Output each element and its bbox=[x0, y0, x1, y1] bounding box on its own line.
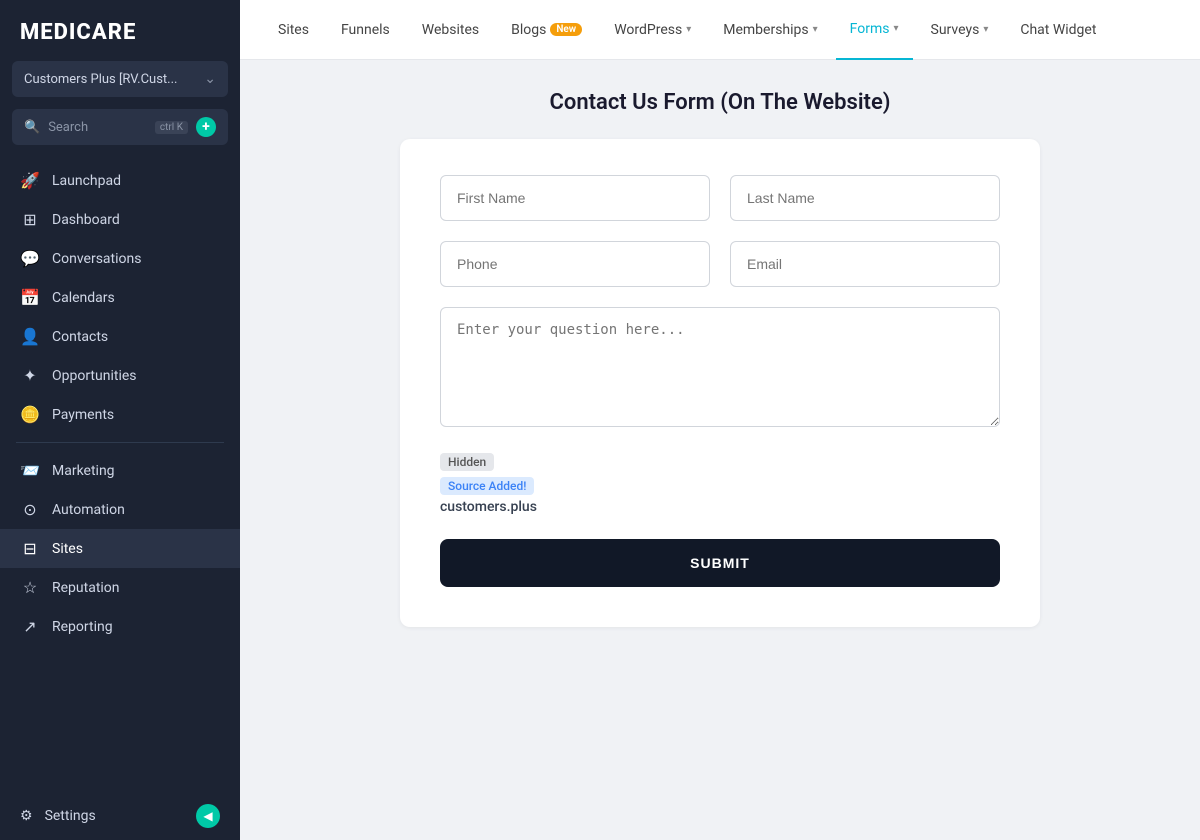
sidebar-item-conversations[interactable]: 💬 Conversations bbox=[0, 239, 240, 278]
search-shortcut: ctrl K bbox=[155, 121, 188, 134]
contact-row bbox=[440, 241, 1000, 287]
sites-icon: ⊟ bbox=[20, 539, 40, 558]
topnav-sites[interactable]: Sites bbox=[264, 0, 323, 60]
search-icon: 🔍 bbox=[24, 120, 40, 135]
topnav-chat-widget[interactable]: Chat Widget bbox=[1006, 0, 1110, 60]
sidebar-item-label: Conversations bbox=[52, 251, 141, 267]
topnav-surveys[interactable]: Surveys ▾ bbox=[917, 0, 1003, 60]
main-nav: 🚀 Launchpad ⊞ Dashboard 💬 Conversations … bbox=[0, 161, 240, 792]
forms-chevron-icon: ▾ bbox=[894, 23, 899, 34]
sidebar-bottom: ⚙ Settings ◀ bbox=[0, 792, 240, 840]
reporting-icon: ↗ bbox=[20, 617, 40, 636]
dashboard-icon: ⊞ bbox=[20, 210, 40, 229]
page-title: Contact Us Form (On The Website) bbox=[549, 90, 890, 115]
sidebar-item-dashboard[interactable]: ⊞ Dashboard bbox=[0, 200, 240, 239]
phone-field bbox=[440, 241, 710, 287]
memberships-chevron-icon: ▾ bbox=[813, 24, 818, 35]
sidebar: MEDICARE Customers Plus [RV.Cust... ⌄ 🔍 … bbox=[0, 0, 240, 840]
topnav-websites-label: Websites bbox=[422, 22, 479, 38]
sidebar-item-label: Dashboard bbox=[52, 212, 120, 228]
sidebar-item-reputation[interactable]: ☆ Reputation bbox=[0, 568, 240, 607]
email-input[interactable] bbox=[730, 241, 1000, 287]
question-field bbox=[440, 307, 1000, 431]
settings-icon: ⚙ bbox=[20, 808, 33, 824]
settings-label: Settings bbox=[45, 808, 96, 824]
search-bar[interactable]: 🔍 Search ctrl K + bbox=[12, 109, 228, 145]
hidden-value: customers.plus bbox=[440, 499, 1000, 515]
sidebar-item-automation[interactable]: ⊙ Automation bbox=[0, 490, 240, 529]
account-name: Customers Plus [RV.Cust... bbox=[24, 72, 177, 87]
bottom-action-icon[interactable]: ◀ bbox=[196, 804, 220, 828]
last-name-field bbox=[730, 175, 1000, 221]
automation-icon: ⊙ bbox=[20, 500, 40, 519]
sidebar-item-label: Payments bbox=[52, 407, 114, 423]
sidebar-item-contacts[interactable]: 👤 Contacts bbox=[0, 317, 240, 356]
first-name-field bbox=[440, 175, 710, 221]
contacts-icon: 👤 bbox=[20, 327, 40, 346]
search-label: Search bbox=[48, 120, 147, 135]
add-button[interactable]: + bbox=[196, 117, 216, 137]
hidden-area: Hidden Source Added! customers.plus bbox=[440, 451, 1000, 515]
reputation-icon: ☆ bbox=[20, 578, 40, 597]
question-row bbox=[440, 307, 1000, 431]
wordpress-chevron-icon: ▾ bbox=[686, 24, 691, 35]
sidebar-item-label: Launchpad bbox=[52, 173, 121, 189]
marketing-icon: 📨 bbox=[20, 461, 40, 480]
payments-icon: 🪙 bbox=[20, 405, 40, 424]
calendars-icon: 📅 bbox=[20, 288, 40, 307]
last-name-input[interactable] bbox=[730, 175, 1000, 221]
chevron-down-icon: ⌄ bbox=[204, 71, 216, 87]
top-nav: Sites Funnels Websites Blogs New WordPre… bbox=[240, 0, 1200, 60]
launchpad-icon: 🚀 bbox=[20, 171, 40, 190]
main-content: Sites Funnels Websites Blogs New WordPre… bbox=[240, 0, 1200, 840]
blogs-new-badge: New bbox=[550, 23, 582, 36]
sidebar-item-settings[interactable]: ⚙ Settings bbox=[20, 808, 96, 824]
topnav-blogs[interactable]: Blogs New bbox=[497, 0, 596, 60]
sidebar-item-launchpad[interactable]: 🚀 Launchpad bbox=[0, 161, 240, 200]
sidebar-item-label: Automation bbox=[52, 502, 125, 518]
topnav-forms[interactable]: Forms ▾ bbox=[836, 0, 913, 60]
surveys-chevron-icon: ▾ bbox=[983, 24, 988, 35]
topnav-wordpress[interactable]: WordPress ▾ bbox=[600, 0, 705, 60]
sidebar-item-reporting[interactable]: ↗ Reporting bbox=[0, 607, 240, 646]
sidebar-item-marketing[interactable]: 📨 Marketing bbox=[0, 451, 240, 490]
topnav-funnels[interactable]: Funnels bbox=[327, 0, 404, 60]
opportunities-icon: ✦ bbox=[20, 366, 40, 385]
source-badge: Source Added! bbox=[440, 477, 534, 495]
topnav-chat-widget-label: Chat Widget bbox=[1020, 22, 1096, 38]
conversations-icon: 💬 bbox=[20, 249, 40, 268]
topnav-sites-label: Sites bbox=[278, 22, 309, 38]
app-logo: MEDICARE bbox=[0, 0, 240, 61]
first-name-input[interactable] bbox=[440, 175, 710, 221]
topnav-surveys-label: Surveys bbox=[931, 22, 980, 38]
nav-divider bbox=[16, 442, 224, 443]
account-switcher[interactable]: Customers Plus [RV.Cust... ⌄ bbox=[12, 61, 228, 97]
sidebar-item-label: Reputation bbox=[52, 580, 120, 596]
sidebar-item-label: Reporting bbox=[52, 619, 113, 635]
sidebar-item-label: Marketing bbox=[52, 463, 115, 479]
topnav-funnels-label: Funnels bbox=[341, 22, 390, 38]
topnav-websites[interactable]: Websites bbox=[408, 0, 493, 60]
topnav-forms-label: Forms bbox=[850, 21, 890, 37]
sidebar-item-payments[interactable]: 🪙 Payments bbox=[0, 395, 240, 434]
sidebar-item-label: Opportunities bbox=[52, 368, 137, 384]
email-field bbox=[730, 241, 1000, 287]
page-content: Contact Us Form (On The Website) bbox=[240, 60, 1200, 840]
sidebar-item-label: Sites bbox=[52, 541, 83, 557]
topnav-memberships[interactable]: Memberships ▾ bbox=[709, 0, 831, 60]
hidden-badge: Hidden bbox=[440, 453, 494, 471]
submit-button[interactable]: SUBMIT bbox=[440, 539, 1000, 587]
phone-input[interactable] bbox=[440, 241, 710, 287]
sidebar-item-opportunities[interactable]: ✦ Opportunities bbox=[0, 356, 240, 395]
topnav-memberships-label: Memberships bbox=[723, 22, 808, 38]
name-row bbox=[440, 175, 1000, 221]
sidebar-item-calendars[interactable]: 📅 Calendars bbox=[0, 278, 240, 317]
question-textarea[interactable] bbox=[440, 307, 1000, 427]
topnav-wordpress-label: WordPress bbox=[614, 22, 682, 38]
form-card: Hidden Source Added! customers.plus SUBM… bbox=[400, 139, 1040, 627]
sidebar-item-label: Calendars bbox=[52, 290, 115, 306]
sidebar-item-sites[interactable]: ⊟ Sites bbox=[0, 529, 240, 568]
topnav-blogs-label: Blogs bbox=[511, 22, 546, 38]
sidebar-item-label: Contacts bbox=[52, 329, 108, 345]
